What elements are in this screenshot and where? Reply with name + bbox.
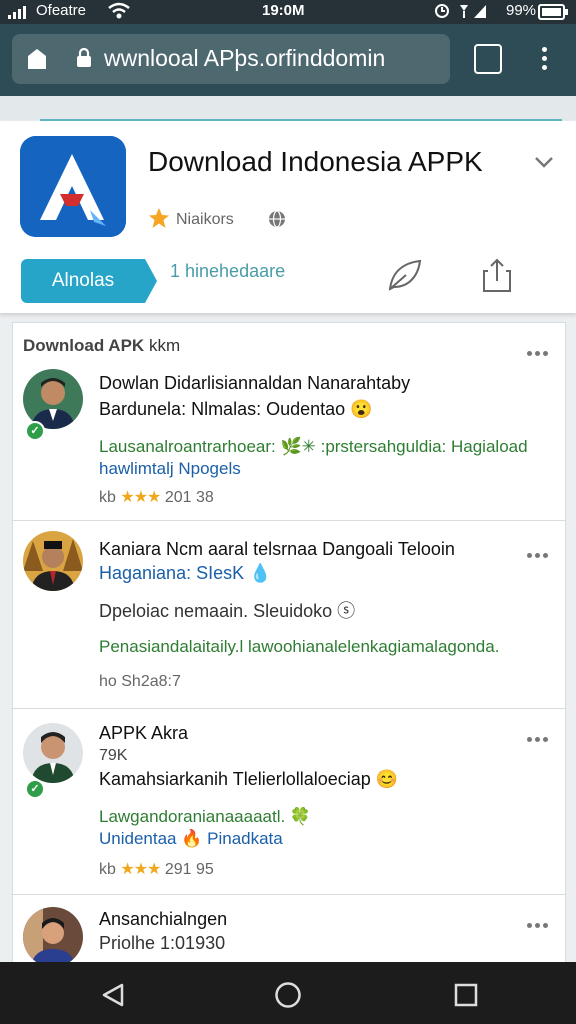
app-title: Download Indonesia APPK bbox=[148, 146, 483, 177]
post-line: Ansanchialngen bbox=[99, 909, 228, 929]
feed-post[interactable]: Kaniara Ncm aaral telsrnaa Dangoali Telo… bbox=[13, 521, 565, 709]
post-line: Priolhe 1:01930 bbox=[99, 933, 226, 953]
post-line: Kaniara Ncm aaral telsrnaa Dangoali Telo… bbox=[99, 539, 455, 559]
avatar[interactable] bbox=[23, 723, 83, 783]
battery-percent: 99% bbox=[506, 2, 537, 19]
post-line: Dowlan Didarlisiannaldan Nanarahtaby bbox=[99, 373, 411, 393]
install-button-label: Alnolas bbox=[51, 270, 115, 291]
tab-switcher-button[interactable] bbox=[474, 44, 502, 74]
rating-stars: ★★★ bbox=[120, 861, 161, 878]
post-line: Dpeloiac nemaain. Sleuidoko ⓢ bbox=[99, 601, 356, 621]
system-nav-bar bbox=[0, 962, 576, 1024]
alarm-icon bbox=[435, 4, 449, 18]
post-line[interactable]: hawlimtalj Npogels bbox=[99, 459, 241, 479]
app-logo-icon bbox=[20, 136, 126, 237]
app-header: Download Indonesia APPK Niaikors Alnolas… bbox=[0, 121, 576, 313]
feed-post[interactable]: ✓ Dowlan Didarlisiannaldan Nanarahtaby B… bbox=[13, 361, 565, 521]
battery-icon bbox=[538, 4, 568, 20]
overflow-menu-icon[interactable] bbox=[532, 44, 556, 76]
browser-toolbar: wwnlooal APþs.orfinddomin bbox=[0, 24, 576, 96]
clock: 19:0M bbox=[262, 2, 305, 19]
post-line[interactable]: Unidentaa 🔥 Pinadkata bbox=[99, 829, 283, 849]
cell-signal-icon bbox=[8, 6, 26, 19]
post-meta: kb ★★★ 291 95 bbox=[99, 859, 214, 879]
post-line: Bardunela: Nlmalas: Oudentao 😮 bbox=[99, 399, 373, 419]
app-developer: Niaikors bbox=[176, 211, 234, 228]
feed-header: Download APK kkm bbox=[23, 336, 180, 356]
post-meta: ho Sh2a8:7 bbox=[99, 673, 181, 690]
leaf-icon[interactable] bbox=[386, 257, 424, 293]
chevron-down-icon[interactable] bbox=[534, 155, 554, 169]
star-icon bbox=[149, 208, 169, 228]
online-badge: ✓ bbox=[25, 421, 45, 441]
install-button[interactable]: Alnolas bbox=[21, 259, 159, 303]
back-icon[interactable] bbox=[100, 982, 126, 1008]
status-bar: Ofeatre 19:0M 99% bbox=[0, 0, 576, 24]
post-line: 79K bbox=[99, 747, 128, 764]
avatar[interactable] bbox=[23, 531, 83, 591]
rating-stars: ★★★ bbox=[120, 489, 161, 506]
post-meta-prefix: kb bbox=[99, 489, 116, 506]
post-meta: kb ★★★ 201 38 bbox=[99, 487, 214, 507]
post-line[interactable]: Penasiandalaitaily.l lawoohianalelenkagi… bbox=[99, 637, 499, 657]
address-bar[interactable]: wwnlooal APþs.orfinddomin bbox=[12, 34, 450, 84]
post-meta-suffix: 291 95 bbox=[164, 861, 214, 878]
home-icon[interactable] bbox=[26, 47, 48, 71]
more-options-icon[interactable] bbox=[527, 915, 553, 928]
post-meta-suffix: 201 38 bbox=[164, 489, 214, 506]
post-line: APPK Akra bbox=[99, 723, 189, 743]
avatar[interactable] bbox=[23, 369, 83, 429]
toolbar-gap bbox=[0, 96, 576, 120]
more-options-icon[interactable] bbox=[527, 729, 553, 742]
post-line: Kamahsiarkanih Tlelierlollaloeciap 😊 bbox=[99, 769, 399, 789]
install-count: 1 hinehedaare bbox=[170, 261, 286, 281]
lock-icon bbox=[77, 48, 91, 67]
feed-post[interactable]: ✓ APPK Akra 79K Kamahsiarkanih Tlelierlo… bbox=[13, 709, 565, 895]
carrier-name: Ofeatre bbox=[36, 2, 87, 19]
feed-card: Download APK kkm ✓ Dowlan Didarlisiannal… bbox=[12, 322, 566, 982]
globe-icon bbox=[269, 210, 285, 228]
post-meta-prefix: kb bbox=[99, 861, 116, 878]
wifi-icon bbox=[108, 2, 130, 19]
more-options-icon[interactable] bbox=[527, 343, 553, 356]
post-line[interactable]: Lausanalroantrarhoear: 🌿✳ :prstersahguld… bbox=[99, 437, 528, 457]
feed-header-title: Download APK bbox=[23, 336, 145, 355]
share-icon[interactable] bbox=[480, 257, 514, 293]
recent-apps-icon[interactable] bbox=[454, 983, 478, 1007]
post-line[interactable]: Lawgandoranianaaaaatl. 🍀 bbox=[99, 807, 311, 827]
online-badge: ✓ bbox=[25, 779, 45, 799]
home-circle-icon[interactable] bbox=[274, 981, 302, 1009]
post-line[interactable]: Haganiana: SIesK 💧 bbox=[99, 563, 272, 584]
feed-header-suffix: kkm bbox=[148, 336, 181, 355]
url-text[interactable]: wwnlooal APþs.orfinddomin bbox=[104, 45, 385, 72]
network-signal-icon bbox=[460, 5, 486, 18]
more-options-icon[interactable] bbox=[527, 545, 553, 558]
avatar[interactable] bbox=[23, 907, 83, 967]
